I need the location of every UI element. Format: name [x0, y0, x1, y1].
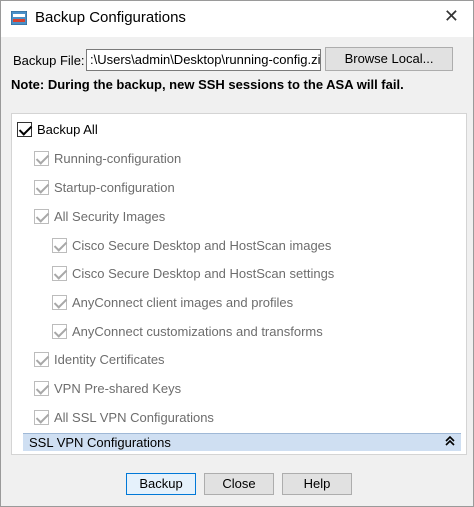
running-configuration-checkbox[interactable]	[34, 150, 49, 166]
csd-hostscan-settings-checkbox[interactable]	[52, 265, 67, 281]
checkbox-label: AnyConnect customizations and transforms	[72, 323, 323, 339]
vpn-preshared-keys-checkbox-row[interactable]: VPN Pre-shared Keys	[34, 379, 181, 397]
dialog-button-row: Backup Close Help	[1, 473, 473, 497]
anyconnect-customizations-checkbox-row[interactable]: AnyConnect customizations and transforms	[52, 322, 323, 340]
startup-configuration-checkbox[interactable]	[34, 179, 49, 195]
csd-hostscan-settings-checkbox-row[interactable]: Cisco Secure Desktop and HostScan settin…	[52, 264, 334, 282]
browse-local-button[interactable]: Browse Local...	[325, 47, 453, 71]
double-chevron-up-icon[interactable]	[445, 435, 455, 449]
checkbox-label: Startup-configuration	[54, 179, 175, 195]
close-icon[interactable]: ✕	[444, 6, 459, 27]
help-button[interactable]: Help	[282, 473, 352, 495]
startup-configuration-checkbox-row[interactable]: Startup-configuration	[34, 178, 175, 196]
all-security-images-checkbox-row[interactable]: All Security Images	[34, 207, 165, 225]
anyconnect-images-checkbox[interactable]	[52, 294, 67, 310]
identity-certificates-checkbox-row[interactable]: Identity Certificates	[34, 350, 165, 368]
asa-app-icon	[11, 11, 27, 25]
backup-all-checkbox[interactable]	[17, 121, 32, 137]
checkbox-label: Cisco Secure Desktop and HostScan images	[72, 237, 332, 253]
ssl-vpn-configurations-section-header[interactable]: SSL VPN Configurations	[23, 433, 461, 451]
anyconnect-customizations-checkbox[interactable]	[52, 323, 67, 339]
vpn-preshared-keys-checkbox[interactable]	[34, 380, 49, 396]
all-ssl-vpn-configurations-checkbox-row[interactable]: All SSL VPN Configurations	[34, 408, 214, 426]
all-security-images-checkbox[interactable]	[34, 208, 49, 224]
all-ssl-vpn-configurations-checkbox[interactable]	[34, 409, 49, 425]
identity-certificates-checkbox[interactable]	[34, 351, 49, 367]
running-configuration-checkbox-row[interactable]: Running-configuration	[34, 149, 181, 167]
close-button[interactable]: Close	[204, 473, 274, 495]
checkbox-label: Running-configuration	[54, 150, 182, 166]
anyconnect-images-checkbox-row[interactable]: AnyConnect client images and profiles	[52, 293, 293, 311]
backup-file-label: Backup File:	[13, 53, 85, 68]
window-title: Backup Configurations	[35, 9, 186, 26]
section-title: SSL VPN Configurations	[29, 435, 171, 450]
checkbox-label: All SSL VPN Configurations	[54, 409, 214, 425]
backup-all-label: Backup All	[37, 121, 98, 137]
checkbox-label: All Security Images	[54, 208, 166, 224]
checkbox-label: Identity Certificates	[54, 351, 165, 367]
checkbox-label: Cisco Secure Desktop and HostScan settin…	[72, 265, 335, 281]
backup-file-row: Backup File: :\Users\admin\Desktop\runni…	[11, 47, 465, 73]
csd-hostscan-images-checkbox[interactable]	[52, 237, 67, 253]
csd-hostscan-images-checkbox-row[interactable]: Cisco Secure Desktop and HostScan images	[52, 236, 331, 254]
title-bar: Backup Configurations ✕	[1, 1, 473, 37]
backup-note: Note: During the backup, new SSH session…	[11, 77, 404, 92]
backup-button[interactable]: Backup	[126, 473, 196, 495]
backup-configurations-dialog: Backup Configurations ✕ Backup File: :\U…	[0, 0, 474, 507]
backup-file-input[interactable]: :\Users\admin\Desktop\running-config.zip	[86, 49, 321, 71]
backup-all-checkbox-row[interactable]: Backup All	[17, 120, 98, 138]
checkbox-label: VPN Pre-shared Keys	[54, 380, 182, 396]
checkbox-label: AnyConnect client images and profiles	[72, 294, 294, 310]
